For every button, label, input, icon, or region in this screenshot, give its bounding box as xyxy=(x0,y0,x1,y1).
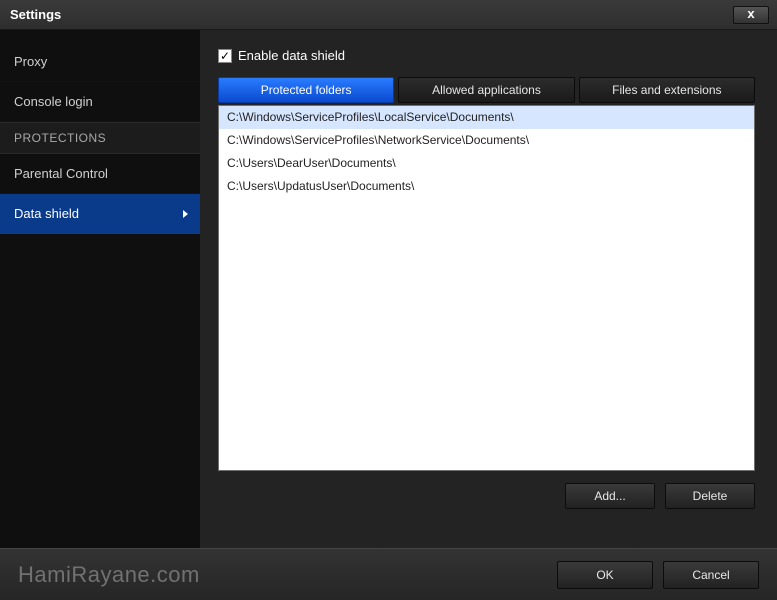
button-label: OK xyxy=(596,568,613,582)
sidebar-header-protections: PROTECTIONS xyxy=(0,122,200,154)
window-title: Settings xyxy=(10,7,61,22)
tab-label: Allowed applications xyxy=(432,83,541,97)
tab-protected-folders[interactable]: Protected folders xyxy=(218,77,394,103)
delete-button[interactable]: Delete xyxy=(665,483,755,509)
sidebar: Proxy Console login PROTECTIONS Parental… xyxy=(0,30,200,548)
cancel-button[interactable]: Cancel xyxy=(663,561,759,589)
folder-path: C:\Windows\ServiceProfiles\NetworkServic… xyxy=(227,133,529,147)
enable-data-shield-checkbox[interactable]: ✓ xyxy=(218,49,232,63)
tab-files-and-extensions[interactable]: Files and extensions xyxy=(579,77,755,103)
tab-allowed-applications[interactable]: Allowed applications xyxy=(398,77,574,103)
button-label: Add... xyxy=(594,489,625,503)
footer: HamiRayane.com OK Cancel xyxy=(0,548,777,600)
content-panel: ✓ Enable data shield Protected folders A… xyxy=(200,30,777,548)
check-icon: ✓ xyxy=(220,51,230,61)
enable-data-shield-row: ✓ Enable data shield xyxy=(218,48,755,63)
list-item[interactable]: C:\Users\DearUser\Documents\ xyxy=(219,152,754,175)
body: Proxy Console login PROTECTIONS Parental… xyxy=(0,30,777,548)
sidebar-header-label: PROTECTIONS xyxy=(14,131,106,145)
titlebar: Settings x xyxy=(0,0,777,30)
folder-path: C:\Windows\ServiceProfiles\LocalService\… xyxy=(227,110,514,124)
add-button[interactable]: Add... xyxy=(565,483,655,509)
list-item[interactable]: C:\Windows\ServiceProfiles\NetworkServic… xyxy=(219,129,754,152)
sidebar-item-label: Data shield xyxy=(14,206,79,221)
enable-data-shield-label: Enable data shield xyxy=(238,48,345,63)
sidebar-item-label: Proxy xyxy=(14,54,47,69)
list-item[interactable]: C:\Windows\ServiceProfiles\LocalService\… xyxy=(219,106,754,129)
close-button[interactable]: x xyxy=(733,6,769,24)
sidebar-item-label: Parental Control xyxy=(14,166,108,181)
close-icon: x xyxy=(747,6,754,21)
list-actions: Add... Delete xyxy=(218,483,755,509)
sidebar-item-console-login[interactable]: Console login xyxy=(0,82,200,122)
sidebar-item-proxy[interactable]: Proxy xyxy=(0,42,200,82)
tabs: Protected folders Allowed applications F… xyxy=(218,77,755,103)
watermark-text: HamiRayane.com xyxy=(18,562,200,588)
button-label: Delete xyxy=(693,489,728,503)
tab-label: Protected folders xyxy=(261,83,352,97)
folder-path: C:\Users\UpdatusUser\Documents\ xyxy=(227,179,414,193)
tab-label: Files and extensions xyxy=(612,83,721,97)
sidebar-item-parental-control[interactable]: Parental Control xyxy=(0,154,200,194)
folder-path: C:\Users\DearUser\Documents\ xyxy=(227,156,396,170)
sidebar-item-data-shield[interactable]: Data shield xyxy=(0,194,200,234)
list-item[interactable]: C:\Users\UpdatusUser\Documents\ xyxy=(219,175,754,198)
button-label: Cancel xyxy=(692,568,729,582)
protected-folders-list[interactable]: C:\Windows\ServiceProfiles\LocalService\… xyxy=(218,105,755,471)
ok-button[interactable]: OK xyxy=(557,561,653,589)
sidebar-item-label: Console login xyxy=(14,94,93,109)
